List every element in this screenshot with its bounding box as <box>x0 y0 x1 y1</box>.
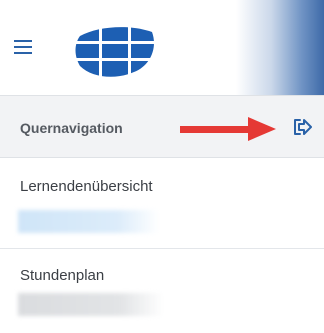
redacted-content <box>18 210 160 233</box>
app-header <box>0 0 324 95</box>
redacted-content <box>18 293 164 316</box>
header-gradient <box>236 0 324 95</box>
nav-item-label: Lernendenübersicht <box>20 178 153 195</box>
nav-item-stundenplan[interactable]: Stundenplan <box>0 249 324 333</box>
school-logo-icon <box>75 27 154 77</box>
nav-item-lernendenuebersicht[interactable]: Lernendenübersicht <box>0 158 324 249</box>
exit-arrow-icon[interactable] <box>292 117 314 137</box>
quernavigation-label: Quernavigation <box>20 120 123 136</box>
hamburger-menu-icon[interactable] <box>14 40 34 56</box>
red-arrow-icon <box>180 117 276 141</box>
nav-item-label: Stundenplan <box>20 267 105 284</box>
